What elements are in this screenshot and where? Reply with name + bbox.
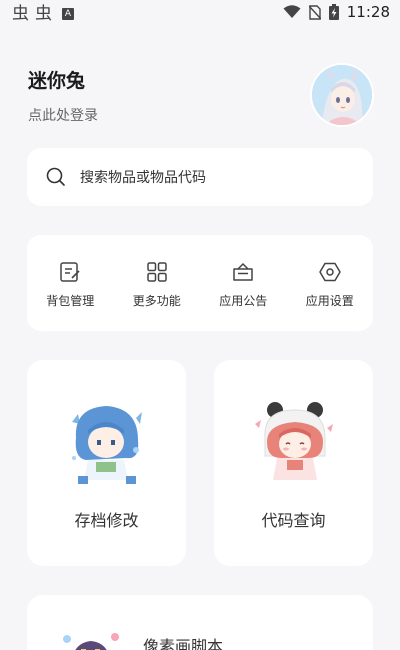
status-bar-left: 虫 虫 A [12, 4, 74, 24]
menu-item-backpack[interactable]: 背包管理 [27, 235, 114, 331]
save-edit-character-illustration [72, 406, 142, 484]
wifi-icon [283, 5, 301, 18]
profile-header: 迷你兔 点此处登录 [28, 66, 98, 125]
backpack-edit-icon [60, 262, 80, 282]
menu-label: 更多功能 [132, 294, 181, 308]
settings-hexagon-icon [319, 262, 341, 282]
menu-item-announcement[interactable]: 应用公告 [200, 235, 287, 331]
status-bar: 虫 虫 A 11:28 [0, 0, 400, 28]
code-query-character-illustration [255, 402, 333, 480]
login-link[interactable]: 点此处登录 [28, 105, 98, 125]
announcement-icon [233, 262, 253, 281]
notification-bug-icon: 虫 [35, 4, 52, 24]
grid-icon [147, 262, 167, 282]
function-menu: 背包管理 更多功能 应用公告 应用设置 [27, 235, 373, 331]
card-label: 代码查询 [261, 511, 326, 530]
username: 迷你兔 [28, 70, 86, 92]
menu-label: 应用设置 [305, 294, 354, 308]
menu-item-settings[interactable]: 应用设置 [287, 235, 374, 331]
pixel-art-character-illustration [63, 633, 119, 650]
menu-item-more-functions[interactable]: 更多功能 [114, 235, 201, 331]
menu-label: 应用公告 [219, 294, 268, 308]
no-sim-icon [308, 4, 321, 20]
battery-charging-icon [328, 4, 339, 20]
search-icon [46, 167, 65, 186]
search-bar[interactable]: 搜索物品或物品代码 [27, 148, 373, 206]
pixel-art-card[interactable]: 像素画脚本 [27, 595, 373, 650]
keyboard-badge-icon: A [62, 8, 74, 20]
card-label: 存档修改 [74, 511, 139, 530]
avatar[interactable] [310, 63, 374, 127]
status-bar-right: 11:28 [283, 3, 390, 21]
notification-bug-icon: 虫 [12, 4, 29, 24]
avatar-illustration-icon [312, 65, 372, 125]
code-query-card[interactable]: 代码查询 [214, 360, 373, 566]
status-time: 11:28 [346, 3, 390, 21]
menu-label: 背包管理 [46, 294, 95, 308]
save-edit-card[interactable]: 存档修改 [27, 360, 186, 566]
card-label: 像素画脚本 [143, 637, 224, 650]
search-input[interactable]: 搜索物品或物品代码 [80, 167, 206, 187]
